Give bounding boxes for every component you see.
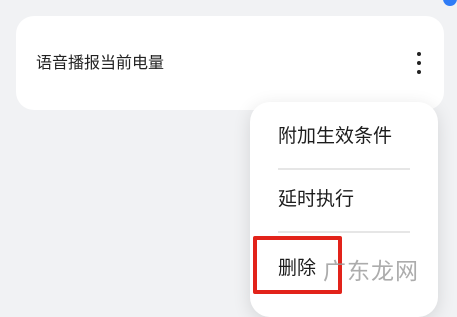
menu-item-delay-execution[interactable]: 延时执行 — [278, 187, 354, 211]
menu-divider — [278, 168, 410, 170]
menu-item-add-condition[interactable]: 附加生效条件 — [278, 124, 392, 148]
more-options-icon[interactable] — [412, 50, 426, 76]
task-card[interactable]: 语音播报当前电量 — [16, 16, 444, 110]
watermark-text: 广东龙网 — [323, 259, 419, 285]
blue-indicator-dot — [443, 0, 457, 6]
more-dot — [417, 52, 421, 56]
menu-divider — [278, 231, 410, 233]
task-title: 语音播报当前电量 — [36, 53, 165, 72]
more-dot — [417, 61, 421, 65]
more-dot — [417, 70, 421, 74]
